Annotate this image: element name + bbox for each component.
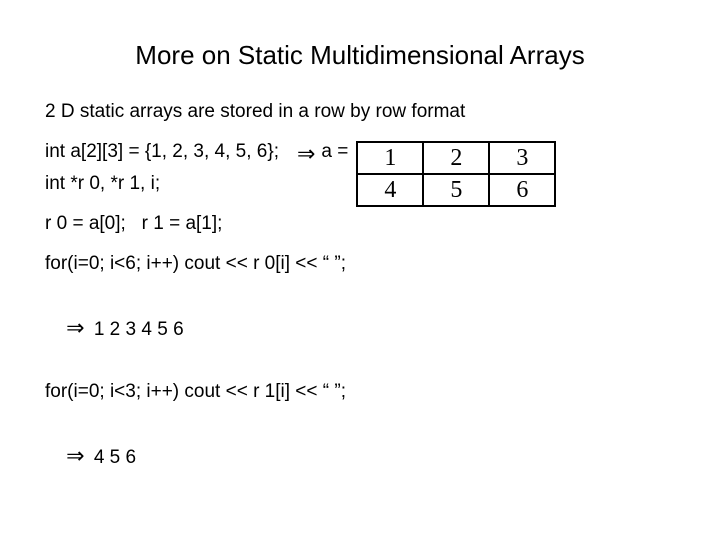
cell: 1 xyxy=(357,142,423,174)
cell: 3 xyxy=(489,142,555,174)
cell: 6 xyxy=(489,174,555,206)
cell: 4 xyxy=(357,174,423,206)
array-declaration: int a[2][3] = {1, 2, 3, 4, 5, 6}; xyxy=(45,141,279,163)
output1-line: ⇒ 1 2 3 4 5 6 xyxy=(45,293,675,363)
pointer-declaration: int *r 0, *r 1, i; xyxy=(45,173,279,195)
output1-text: 1 2 3 4 5 6 xyxy=(89,319,184,340)
declaration-column: int a[2][3] = {1, 2, 3, 4, 5, 6}; int *r… xyxy=(45,141,279,213)
loop1-line: for(i=0; i<6; i++) cout << r 0[i] << “ ”… xyxy=(45,253,675,275)
cell: 2 xyxy=(423,142,489,174)
array-table: 1 2 3 4 5 6 xyxy=(356,141,556,207)
assignment-line: r 0 = a[0]; r 1 = a[1]; xyxy=(45,213,675,235)
output2-text: 4 5 6 xyxy=(89,447,137,468)
implies-arrow-icon: ⇒ xyxy=(66,315,88,340)
output2-line: ⇒ 4 5 6 xyxy=(45,421,675,491)
cell: 5 xyxy=(423,174,489,206)
loop2-line: for(i=0; i<3; i++) cout << r 1[i] << “ ”… xyxy=(45,381,675,403)
implies-arrow-icon: ⇒ xyxy=(279,141,321,167)
declaration-row: int a[2][3] = {1, 2, 3, 4, 5, 6}; int *r… xyxy=(45,141,675,213)
table-row: 1 2 3 xyxy=(357,142,555,174)
a-equals-label: a = xyxy=(321,141,356,163)
slide: More on Static Multidimensional Arrays 2… xyxy=(0,0,720,540)
intro-line: 2 D static arrays are stored in a row by… xyxy=(45,101,675,123)
implies-arrow-icon: ⇒ xyxy=(66,443,88,468)
slide-title: More on Static Multidimensional Arrays xyxy=(45,40,675,71)
table-row: 4 5 6 xyxy=(357,174,555,206)
